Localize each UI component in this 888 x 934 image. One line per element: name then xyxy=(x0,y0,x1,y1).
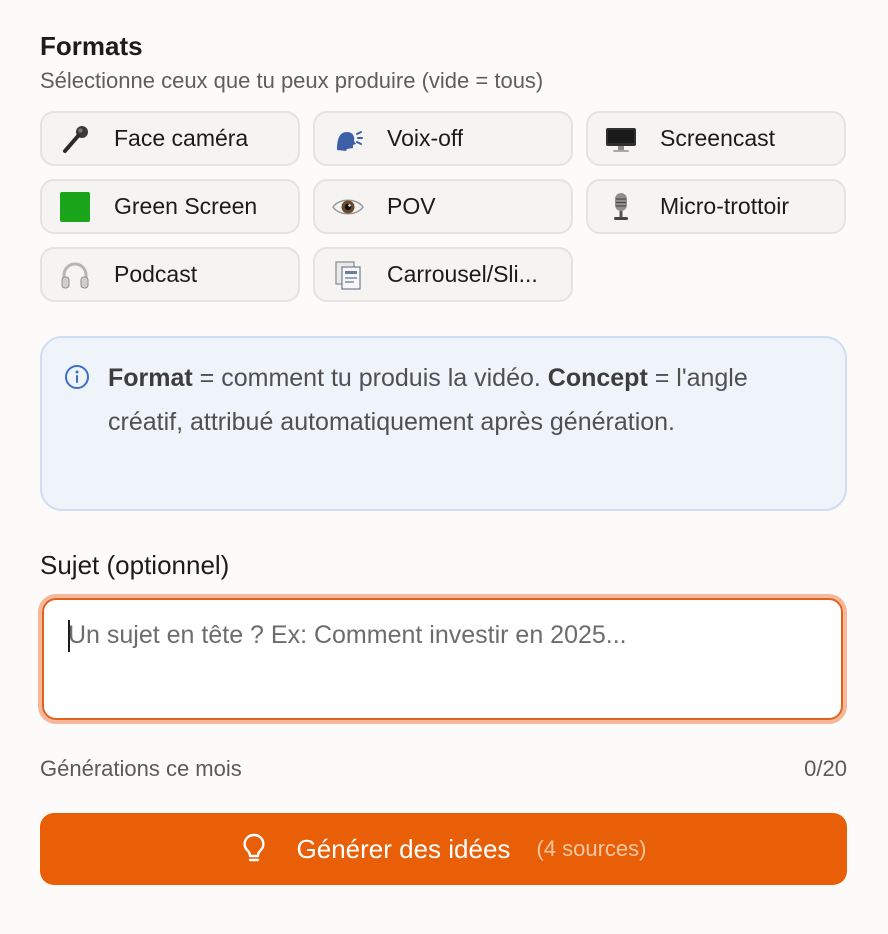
generate-sources-count: (4 sources) xyxy=(536,836,647,861)
format-chip-label: Carrousel/Sli... xyxy=(387,261,538,287)
subject-focus-ring: Un sujet en tête ? Ex: Comment investir … xyxy=(38,594,847,724)
eye-icon xyxy=(331,192,365,222)
format-chip-voix-off[interactable]: Voix-off xyxy=(313,111,573,166)
generations-label: Générations ce mois xyxy=(40,756,242,781)
lightbulb-icon xyxy=(241,833,267,865)
desktop-computer-icon xyxy=(604,124,638,154)
formats-grid: Face caméra Voix-off Screencast Green Sc… xyxy=(40,111,847,302)
generations-count: 0/20 xyxy=(804,756,847,781)
format-chip-carrousel[interactable]: Carrousel/Sli... xyxy=(313,247,573,302)
format-chip-face-camera[interactable]: Face caméra xyxy=(40,111,300,166)
info-text-format: = comment tu produis la vidéo. xyxy=(192,364,548,392)
info-term-concept: Concept xyxy=(547,364,648,392)
format-chip-micro-trottoir[interactable]: Micro-trottoir xyxy=(586,179,846,234)
generate-ideas-label: Générer des idées xyxy=(296,833,511,864)
subject-title: Sujet (optionnel) xyxy=(40,550,230,580)
headphones-icon xyxy=(58,260,92,290)
speaking-head-icon xyxy=(331,124,365,154)
format-chip-label: Face caméra xyxy=(114,125,249,151)
text-caret xyxy=(68,620,70,652)
green-square-icon xyxy=(58,191,92,222)
format-chip-screencast[interactable]: Screencast xyxy=(586,111,846,166)
formats-subtitle: Sélectionne ceux que tu peux produire (v… xyxy=(40,68,544,93)
format-chip-podcast[interactable]: Podcast xyxy=(40,247,300,302)
info-callout: Format = comment tu produis la vidéo. Co… xyxy=(40,336,847,511)
info-text: Format = comment tu produis la vidéo. Co… xyxy=(108,356,825,491)
format-chip-label: Screencast xyxy=(660,125,776,151)
generate-ideas-button[interactable]: Générer des idées (4 sources) xyxy=(40,813,847,885)
format-chip-label: POV xyxy=(387,193,436,219)
format-chip-label: Voix-off xyxy=(387,125,464,151)
format-chip-label: Micro-trottoir xyxy=(660,193,790,219)
info-term-format: Format xyxy=(108,364,193,392)
generations-row: Générations ce mois 0/20 xyxy=(40,756,847,782)
format-chip-label: Green Screen xyxy=(114,193,258,219)
format-chip-label: Podcast xyxy=(114,261,198,287)
subject-input[interactable]: Un sujet en tête ? Ex: Comment investir … xyxy=(42,598,843,720)
microphone-icon xyxy=(58,124,92,154)
studio-microphone-icon xyxy=(604,192,638,222)
format-chip-pov[interactable]: POV xyxy=(313,179,573,234)
formats-title: Formats xyxy=(40,31,143,61)
generator-panel: Formats Sélectionne ceux que tu peux pro… xyxy=(38,30,847,885)
format-chip-green-screen[interactable]: Green Screen xyxy=(40,179,300,234)
info-icon xyxy=(64,364,90,390)
slides-icon xyxy=(331,260,365,290)
subject-placeholder: Un sujet en tête ? Ex: Comment investir … xyxy=(68,621,627,649)
